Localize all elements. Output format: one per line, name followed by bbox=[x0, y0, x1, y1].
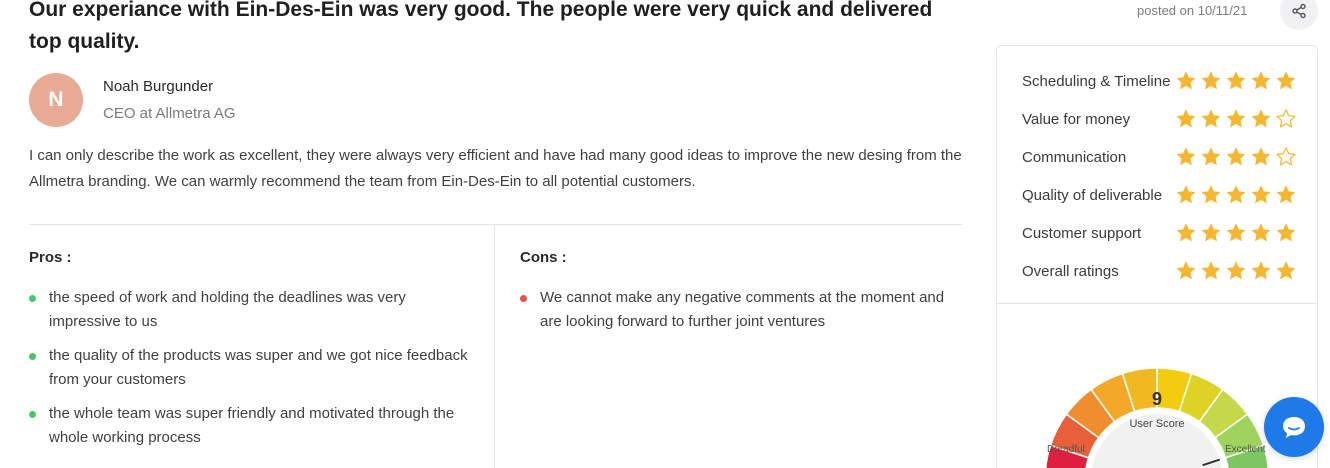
star-filled-icon bbox=[1176, 109, 1196, 128]
chat-button[interactable] bbox=[1264, 397, 1324, 457]
star-rating bbox=[1175, 146, 1297, 168]
star-filled-icon bbox=[1226, 109, 1246, 128]
star-filled-icon bbox=[1226, 223, 1246, 242]
star-filled-icon bbox=[1251, 71, 1271, 90]
star-filled-icon bbox=[1251, 223, 1271, 242]
star-filled-icon bbox=[1176, 147, 1196, 166]
gauge-score: 9 bbox=[1151, 389, 1162, 409]
rating-row: Value for money bbox=[1022, 107, 1297, 131]
star-filled-icon bbox=[1251, 185, 1271, 204]
star-filled-icon bbox=[1201, 109, 1221, 128]
star-empty-icon bbox=[1276, 147, 1296, 166]
star-filled-icon bbox=[1226, 71, 1246, 90]
star-filled-icon bbox=[1201, 147, 1221, 166]
gauge-caption: User Score bbox=[1129, 418, 1185, 430]
rating-row: Overall ratings bbox=[1022, 259, 1297, 283]
gauge-min-label: Dreadful bbox=[1047, 444, 1085, 455]
rating-row: Scheduling & Timeline bbox=[1022, 69, 1297, 93]
green-bullet-icon bbox=[29, 295, 36, 302]
star-filled-icon bbox=[1201, 71, 1221, 90]
pros-item-text: the quality of the products was super an… bbox=[49, 347, 468, 388]
rating-row: Customer support bbox=[1022, 221, 1297, 245]
rating-label: Quality of deliverable bbox=[1022, 186, 1163, 204]
cons-heading: Cons : bbox=[520, 249, 567, 266]
pros-item-text: the whole team was super friendly and mo… bbox=[49, 405, 455, 446]
pros-item-text: the speed of work and holding the deadli… bbox=[49, 289, 406, 330]
star-rating bbox=[1175, 70, 1297, 92]
rating-row: Communication bbox=[1022, 145, 1297, 169]
author-role: CEO at Allmetra AG bbox=[103, 105, 236, 122]
green-bullet-icon bbox=[29, 353, 36, 360]
section-divider bbox=[29, 224, 962, 225]
gauge-max-label: Excellent bbox=[1225, 444, 1266, 455]
star-rating bbox=[1175, 108, 1297, 130]
red-bullet-icon bbox=[520, 295, 527, 302]
share-button[interactable] bbox=[1280, 0, 1318, 30]
ratings-card: Scheduling & Timeline Value for money Co… bbox=[996, 45, 1318, 468]
author-name: Noah Burgunder bbox=[103, 78, 214, 95]
cons-item-text: We cannot make any negative comments at … bbox=[540, 289, 945, 330]
star-filled-icon bbox=[1176, 185, 1196, 204]
star-filled-icon bbox=[1276, 185, 1296, 204]
pros-item: the speed of work and holding the deadli… bbox=[29, 286, 469, 334]
share-icon bbox=[1292, 3, 1306, 19]
star-filled-icon bbox=[1176, 223, 1196, 242]
star-filled-icon bbox=[1276, 261, 1296, 280]
green-bullet-icon bbox=[29, 411, 36, 418]
rating-row: Quality of deliverable bbox=[1022, 183, 1297, 207]
star-filled-icon bbox=[1176, 71, 1196, 90]
star-rating bbox=[1175, 260, 1297, 282]
star-filled-icon bbox=[1276, 71, 1296, 90]
star-filled-icon bbox=[1201, 261, 1221, 280]
card-divider bbox=[997, 303, 1317, 304]
star-filled-icon bbox=[1201, 185, 1221, 204]
star-rating bbox=[1175, 184, 1297, 206]
avatar: N bbox=[29, 73, 83, 127]
star-empty-icon bbox=[1276, 109, 1296, 128]
rating-label: Communication bbox=[1022, 148, 1127, 166]
rating-label: Overall ratings bbox=[1022, 262, 1119, 280]
rating-label: Customer support bbox=[1022, 224, 1142, 242]
chat-bubble-icon bbox=[1283, 417, 1305, 438]
star-filled-icon bbox=[1201, 223, 1221, 242]
cons-list: We cannot make any negative comments at … bbox=[520, 286, 960, 344]
cons-item: We cannot make any negative comments at … bbox=[520, 286, 960, 334]
star-filled-icon bbox=[1176, 261, 1196, 280]
star-rating bbox=[1175, 222, 1297, 244]
rating-label: Value for money bbox=[1022, 110, 1131, 128]
star-filled-icon bbox=[1226, 261, 1246, 280]
star-filled-icon bbox=[1251, 147, 1271, 166]
pros-list: the speed of work and holding the deadli… bbox=[29, 286, 469, 460]
review-title: Our experiance with Ein-Des-Ein was very… bbox=[29, 0, 933, 53]
rating-label: Scheduling & Timeline bbox=[1022, 72, 1171, 90]
column-divider bbox=[494, 225, 495, 468]
pros-item: the quality of the products was super an… bbox=[29, 344, 469, 392]
pros-item: the whole team was super friendly and mo… bbox=[29, 402, 469, 450]
pros-heading: Pros : bbox=[29, 249, 72, 266]
star-filled-icon bbox=[1251, 261, 1271, 280]
star-filled-icon bbox=[1251, 109, 1271, 128]
review-body: I can only describe the work as excellen… bbox=[29, 147, 962, 190]
star-filled-icon bbox=[1226, 147, 1246, 166]
star-filled-icon bbox=[1226, 185, 1246, 204]
posted-date: posted on 10/11/21 bbox=[1137, 3, 1248, 18]
star-filled-icon bbox=[1276, 223, 1296, 242]
